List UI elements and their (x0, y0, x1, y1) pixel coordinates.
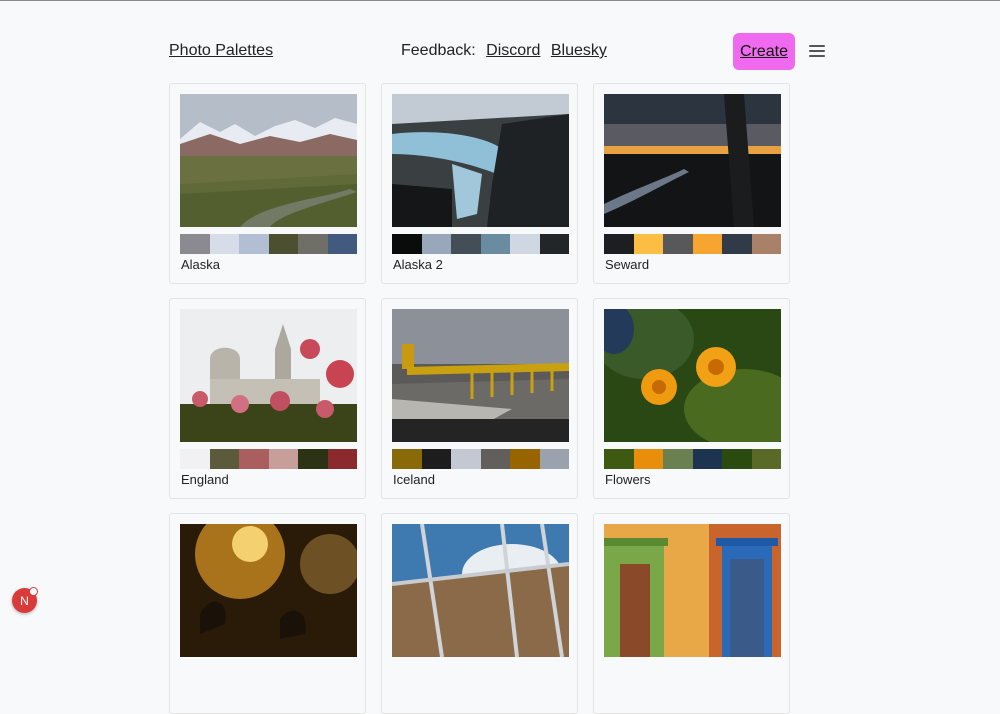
card-title: Alaska (181, 257, 221, 272)
swatch (268, 234, 298, 254)
swatch (751, 449, 781, 469)
card-title: Iceland (393, 472, 435, 487)
swatch (180, 449, 210, 469)
swatch (633, 449, 663, 469)
palette-card[interactable] (381, 513, 578, 714)
palette-grid: Alaska Alaska 2 Seward England Iceland F… (169, 83, 792, 714)
swatch (510, 449, 540, 469)
swatch (298, 449, 328, 469)
swatch (539, 234, 569, 254)
swatch (604, 234, 634, 254)
swatch (421, 234, 451, 254)
photo-building (604, 524, 781, 657)
feedback-links: Feedback: Discord Bluesky (401, 42, 607, 60)
swatch (327, 449, 357, 469)
palette-card[interactable]: Flowers (593, 298, 790, 499)
swatch (722, 234, 752, 254)
palette-card[interactable] (169, 513, 366, 714)
palette-card[interactable] (593, 513, 790, 714)
photo-fireworks (180, 524, 357, 657)
swatch (180, 234, 210, 254)
palette-card[interactable]: Alaska (169, 83, 366, 284)
swatch (539, 449, 569, 469)
palette-card[interactable]: Seward (593, 83, 790, 284)
swatch (209, 449, 239, 469)
swatch-strip (392, 449, 569, 469)
swatch (209, 234, 239, 254)
hamburger-menu-icon[interactable] (809, 44, 825, 58)
swatch (392, 449, 422, 469)
swatch-strip (604, 449, 781, 469)
card-title: Flowers (605, 472, 651, 487)
brand-link[interactable]: Photo Palettes (169, 42, 273, 60)
user-avatar[interactable]: N (12, 587, 38, 613)
swatch (451, 449, 481, 469)
swatch (268, 449, 298, 469)
photo-seward (604, 94, 781, 227)
swatch (510, 234, 540, 254)
photo-alaska-2 (392, 94, 569, 227)
card-title: Alaska 2 (393, 257, 443, 272)
swatch (751, 234, 781, 254)
swatch (480, 449, 510, 469)
swatch (604, 449, 634, 469)
swatch-strip (604, 234, 781, 254)
photo-windows (392, 524, 569, 657)
swatch (239, 449, 269, 469)
swatch (480, 234, 510, 254)
photo-iceland (392, 309, 569, 442)
swatch (663, 234, 693, 254)
top-border (0, 0, 1000, 1)
palette-card[interactable]: England (169, 298, 366, 499)
swatch (392, 234, 422, 254)
create-button[interactable]: Create (733, 33, 795, 70)
feedback-label: Feedback: (401, 42, 476, 59)
swatch (451, 234, 481, 254)
photo-flowers (604, 309, 781, 442)
swatch (633, 234, 663, 254)
bluesky-link[interactable]: Bluesky (551, 42, 607, 59)
swatch (722, 449, 752, 469)
header: Photo Palettes Feedback: Discord Bluesky… (169, 33, 829, 70)
swatch (692, 449, 722, 469)
swatch (298, 234, 328, 254)
swatch (663, 449, 693, 469)
swatch (327, 234, 357, 254)
photo-england (180, 309, 357, 442)
swatch (239, 234, 269, 254)
swatch-strip (392, 234, 569, 254)
swatch-strip (180, 234, 357, 254)
swatch (692, 234, 722, 254)
card-title: Seward (605, 257, 650, 272)
notification-dot (29, 587, 38, 596)
swatch (421, 449, 451, 469)
photo-alaska (180, 94, 357, 227)
discord-link[interactable]: Discord (486, 42, 540, 59)
avatar-initial: N (20, 593, 29, 608)
card-title: England (181, 472, 229, 487)
palette-card[interactable]: Iceland (381, 298, 578, 499)
palette-card[interactable]: Alaska 2 (381, 83, 578, 284)
swatch-strip (180, 449, 357, 469)
